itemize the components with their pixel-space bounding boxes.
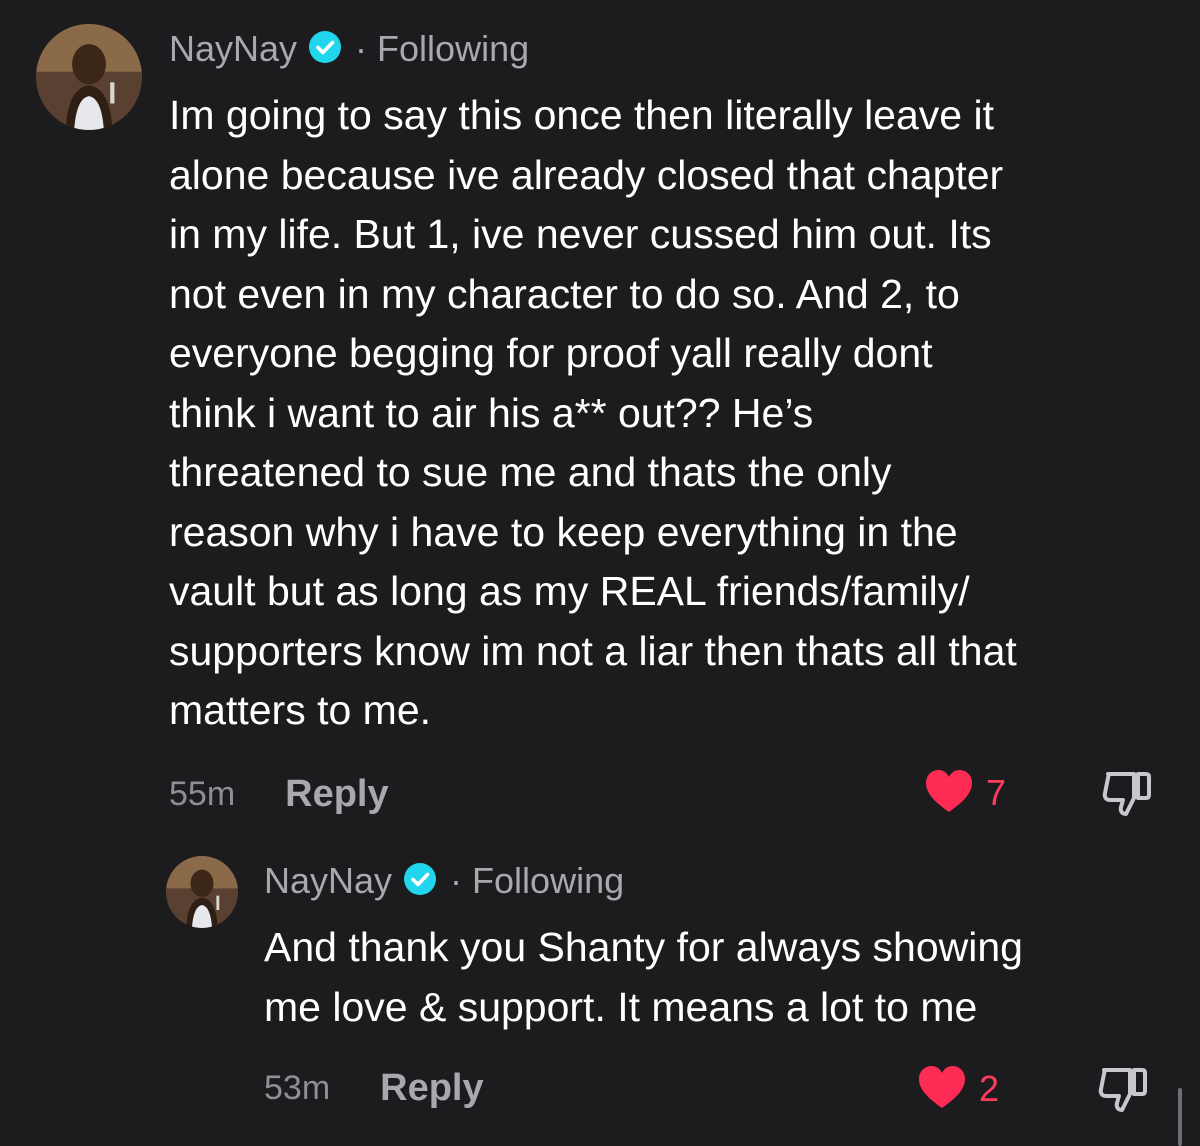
thumbs-down-icon xyxy=(1102,772,1151,816)
verified-badge-icon xyxy=(309,30,342,68)
verified-badge-icon xyxy=(404,862,437,900)
heart-icon xyxy=(917,1064,967,1115)
separator-dot: · xyxy=(355,28,368,69)
comment: NayNay · Following Im going to say this … xyxy=(0,0,1200,840)
dislike-button[interactable] xyxy=(1096,1064,1150,1114)
scrollbar[interactable] xyxy=(1178,1088,1182,1146)
comment-text: And thank you Shanty for always showing … xyxy=(264,924,1023,1030)
following-status: Following xyxy=(377,28,530,69)
timestamp: 55m xyxy=(169,774,236,813)
comment-footer: 55m Reply xyxy=(169,772,389,816)
avatar[interactable] xyxy=(166,856,238,928)
comment-text: Im going to say this once then literally… xyxy=(169,92,1017,733)
like-count: 2 xyxy=(979,1068,1000,1109)
heart-icon xyxy=(924,768,974,819)
reply-button[interactable]: Reply xyxy=(380,1067,483,1110)
like-count: 7 xyxy=(986,772,1007,813)
comment-header: NayNay · Following xyxy=(169,24,529,74)
like-button[interactable]: 7 xyxy=(924,768,1006,818)
username[interactable]: NayNay xyxy=(264,860,392,902)
like-button[interactable]: 2 xyxy=(917,1064,999,1114)
username[interactable]: NayNay xyxy=(169,28,297,70)
avatar-photo xyxy=(166,856,238,928)
avatar-photo xyxy=(36,24,142,130)
avatar[interactable] xyxy=(36,24,142,130)
dislike-button[interactable] xyxy=(1100,768,1154,818)
following-status: Following xyxy=(472,860,625,901)
thumbs-down-icon xyxy=(1098,1068,1147,1112)
reply-comment: NayNay · Following And thank you Shanty … xyxy=(0,840,1200,1146)
comment-footer: 53m Reply xyxy=(264,1066,484,1110)
reply-button[interactable]: Reply xyxy=(285,773,388,816)
timestamp: 53m xyxy=(264,1068,331,1107)
comment-header: NayNay · Following xyxy=(264,856,624,906)
separator-dot: · xyxy=(450,860,463,901)
